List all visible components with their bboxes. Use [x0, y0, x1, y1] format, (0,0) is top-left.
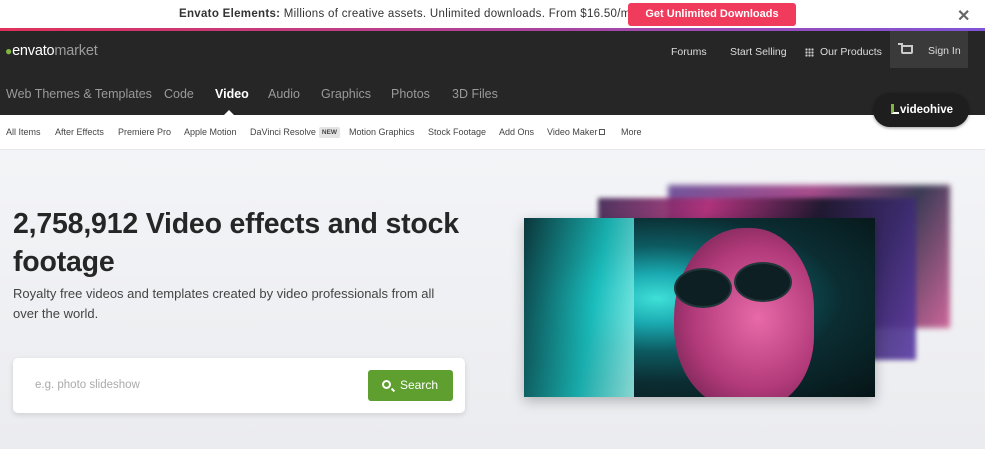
promo-brand: Envato Elements:	[179, 8, 281, 20]
sign-in-label: Sign In	[928, 45, 961, 57]
subnav-premiere-pro[interactable]: Premiere Pro	[118, 127, 171, 137]
get-unlimited-downloads-button[interactable]: Get Unlimited Downloads	[628, 3, 796, 26]
logo-market-text: market	[54, 43, 98, 59]
subnav-after-effects[interactable]: After Effects	[55, 127, 104, 137]
our-products-label: Our Products	[820, 46, 882, 58]
logo-envato-text: envato	[12, 43, 55, 59]
search-button[interactable]: Search	[368, 370, 453, 401]
hair-shape	[524, 218, 634, 397]
hero-video-thumbnail	[524, 218, 875, 397]
videohive-label: videohive	[900, 104, 954, 116]
videohive-icon	[891, 104, 899, 114]
face-shape	[674, 228, 814, 397]
promo-text: Envato Elements: Millions of creative as…	[179, 8, 634, 20]
tab-code[interactable]: Code	[164, 87, 194, 101]
search-icon	[382, 380, 391, 389]
sign-in-button[interactable]: Sign In	[890, 31, 968, 68]
promo-message: Millions of creative assets. Unlimited d…	[280, 8, 635, 20]
tab-3d-files[interactable]: 3D Files	[452, 87, 498, 101]
our-products-link[interactable]: Our Products	[805, 46, 882, 58]
forums-link[interactable]: Forums	[671, 46, 707, 58]
search-button-label: Search	[400, 378, 439, 392]
grid-icon	[805, 47, 814, 57]
videohive-badge[interactable]: videohive	[873, 93, 969, 127]
subnav-davinci-resolve[interactable]: DaVinci Resolve NEW	[250, 127, 341, 138]
subnav-more[interactable]: More	[621, 127, 642, 137]
tab-graphics[interactable]: Graphics	[321, 87, 371, 101]
external-link-icon	[599, 129, 606, 135]
leaf-icon: ●	[5, 44, 13, 58]
promo-bar: Envato Elements: Millions of creative as…	[0, 0, 985, 31]
site-header: ●envatomarket Forums Start Selling Our P…	[0, 31, 985, 115]
subcategory-nav: All Items After Effects Premiere Pro App…	[0, 115, 985, 150]
video-maker-label: Video Maker	[547, 127, 598, 137]
tab-audio[interactable]: Audio	[268, 87, 300, 101]
tab-photos[interactable]: Photos	[391, 87, 430, 101]
subnav-stock-footage[interactable]: Stock Footage	[428, 127, 486, 137]
new-badge: NEW	[318, 127, 341, 138]
subnav-all-items[interactable]: All Items	[6, 127, 41, 137]
search-input[interactable]	[27, 370, 357, 400]
tab-video[interactable]: Video	[215, 87, 249, 101]
subnav-video-maker[interactable]: Video Maker	[547, 127, 606, 137]
start-selling-link[interactable]: Start Selling	[730, 46, 787, 58]
close-icon[interactable]: ✕	[957, 6, 970, 26]
sunglasses-left	[674, 268, 732, 308]
subnav-apple-motion[interactable]: Apple Motion	[184, 127, 237, 137]
sunglasses-right	[734, 262, 792, 302]
davinci-resolve-label: DaVinci Resolve	[250, 127, 316, 137]
tab-web-themes-templates[interactable]: Web Themes & Templates	[6, 87, 152, 101]
subnav-add-ons[interactable]: Add Ons	[499, 127, 534, 137]
hero-title: 2,758,912 Video effects and stock footag…	[13, 208, 459, 278]
hero-subtitle: Royalty free videos and templates create…	[13, 286, 435, 321]
subnav-motion-graphics[interactable]: Motion Graphics	[349, 127, 415, 137]
envato-market-logo[interactable]: ●envatomarket	[5, 43, 98, 59]
search-box: Search	[13, 358, 465, 413]
cart-icon[interactable]	[898, 43, 913, 54]
